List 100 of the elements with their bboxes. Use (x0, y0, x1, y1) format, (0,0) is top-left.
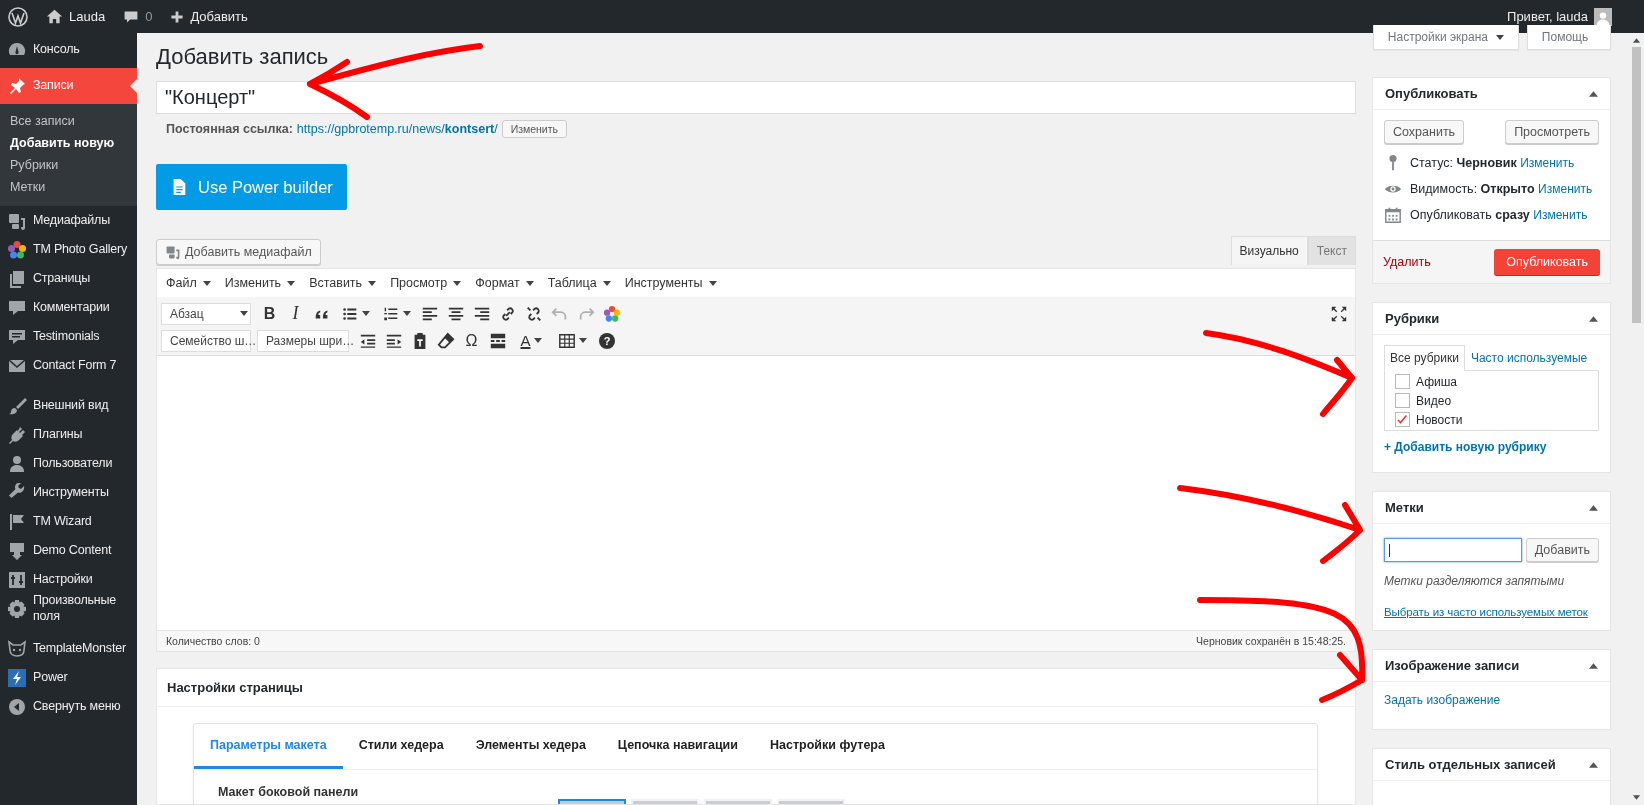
site-link[interactable]: Lauda (46, 8, 106, 25)
menu-item[interactable]: Комментарии (0, 293, 137, 322)
checkbox[interactable] (1395, 393, 1410, 408)
menu-dropdown[interactable]: Вставить (304, 274, 382, 292)
delete-link[interactable]: Удалить (1383, 255, 1431, 269)
plug-icon (7, 424, 27, 445)
menu-item[interactable]: TM Photo Gallery (0, 235, 137, 264)
box-title: Рубрики (1385, 311, 1440, 326)
greeting-link[interactable]: Привет, lauda (1507, 9, 1588, 24)
caret-icon (202, 280, 211, 286)
menu-item[interactable]: Testimonials (0, 322, 137, 351)
menu-item[interactable]: Contact Form 7 (0, 351, 137, 380)
editor-tab[interactable]: Текст (1307, 236, 1356, 265)
menu-item[interactable]: Произвольные поля (0, 594, 137, 623)
caret-icon (240, 311, 248, 316)
menu-item[interactable]: Инструменты (0, 478, 137, 507)
help-button[interactable]: ? (599, 332, 615, 349)
collapse-toggle-icon (1589, 315, 1598, 322)
category-tab[interactable]: Все рубрики (1384, 345, 1465, 371)
checkbox[interactable] (1395, 374, 1410, 389)
settings-tab[interactable]: Элементы хедера (459, 724, 602, 769)
flag-icon (7, 511, 27, 532)
preview-button[interactable]: Просмотреть (1505, 120, 1599, 144)
menu-item[interactable]: Плагины (0, 420, 137, 449)
settings-tab[interactable]: Цепочка навигации (601, 724, 754, 769)
add-media-button[interactable]: Добавить медиафайл (156, 239, 321, 265)
menu-item[interactable]: Внешний вид (0, 391, 137, 420)
menu-item[interactable]: Записи (0, 68, 137, 104)
new-link[interactable]: Добавить (170, 9, 248, 24)
checkbox[interactable] (1395, 412, 1410, 427)
box-title: Опубликовать (1385, 86, 1478, 101)
screen-tab-button[interactable]: Настройки экрана (1372, 25, 1519, 50)
eraser-icon (436, 331, 455, 350)
caret-icon (708, 280, 717, 286)
field-label: Макет боковой панели (218, 785, 359, 801)
editor-tab[interactable]: Визуально (1230, 236, 1308, 265)
caret-icon (578, 338, 587, 343)
tag-input-field[interactable] (1384, 538, 1522, 562)
edit-button[interactable]: Изменить (501, 120, 568, 138)
menu-item[interactable]: TM Wizard (0, 507, 137, 536)
add-category-link[interactable]: + Добавить новую рубрику (1384, 440, 1599, 454)
italic-button[interactable]: I (283, 301, 308, 326)
edit-link[interactable]: Изменить (1520, 156, 1575, 170)
menu-item[interactable]: Пользователи (0, 449, 137, 478)
menu-item[interactable]: Настройки (0, 565, 137, 594)
comments-link[interactable]: 0 (123, 8, 153, 25)
format-dropdown[interactable]: Абзац (161, 302, 251, 325)
submenu-item[interactable]: Метки (0, 176, 137, 198)
settings-tab[interactable]: Настройки футера (754, 724, 901, 769)
publish-button[interactable]: Опубликовать (1494, 249, 1600, 275)
menu-item[interactable]: Страницы (0, 264, 137, 293)
menu-item[interactable]: Свернуть меню (0, 692, 137, 721)
caret-icon (361, 311, 370, 316)
settings-tab[interactable]: Параметры макета (194, 724, 343, 769)
flower-icon (7, 239, 27, 260)
settings-icon (7, 598, 27, 619)
pages-icon (7, 268, 27, 289)
menu-item[interactable]: TemplateMonster (0, 634, 137, 663)
menu-dropdown[interactable]: Таблица (542, 274, 616, 292)
permalink-link[interactable]: https://gpbrotemp.ru/news/kontsert/ (296, 122, 498, 136)
status-text: Статус: Черновик Изменить (1410, 156, 1575, 170)
collapse-toggle-icon (1589, 504, 1598, 511)
caret-icon (453, 280, 462, 286)
category-label: Новости (1416, 412, 1463, 427)
menu-dropdown[interactable]: Инструменты (619, 274, 722, 292)
word-count: Количество слов: 0 (166, 635, 260, 647)
bold-button[interactable]: B (257, 301, 282, 326)
settings-tab[interactable]: Стили хедера (342, 724, 460, 769)
text-color-button[interactable]: A (511, 328, 551, 353)
submenu-item[interactable]: Рубрики (0, 154, 137, 176)
set-image-link[interactable]: Задать изображение (1384, 693, 1501, 707)
scrollbar-thumb[interactable] (1631, 47, 1641, 323)
choose-tags-link[interactable]: Выбрать из часто используемых меток (1384, 606, 1599, 618)
page-title: Добавить запись (156, 43, 330, 71)
menu-item[interactable]: Консоль (0, 35, 137, 64)
home-icon (46, 8, 63, 25)
menu-dropdown[interactable]: Изменить (219, 274, 301, 292)
special-character-button[interactable]: Ω (459, 328, 484, 353)
edit-link[interactable]: Изменить (1538, 182, 1593, 196)
category-tab[interactable]: Часто используемые (1464, 345, 1594, 371)
submenu-item[interactable]: Все записи (0, 110, 137, 132)
download-icon (7, 540, 27, 561)
title-field[interactable]: "Концерт" (156, 81, 1356, 114)
panel-title: Настройки страницы (157, 669, 1355, 707)
menu-dropdown[interactable]: Формат (470, 274, 539, 292)
menu-item[interactable]: Power (0, 663, 137, 692)
save-button[interactable]: Сохранить (1384, 120, 1465, 144)
fullscreen-icon (1329, 304, 1348, 323)
menu-dropdown[interactable]: Просмотр (385, 274, 467, 292)
edit-link[interactable]: Изменить (1533, 208, 1588, 222)
caret-icon (525, 280, 534, 286)
status-text: Видимость: Открыто Изменить (1410, 182, 1593, 196)
menu-dropdown[interactable]: Файл (161, 274, 216, 292)
scroll-up-icon (1631, 37, 1641, 43)
collapse-toggle-icon (1589, 90, 1598, 97)
permalink-label: Постоянная ссылка: (166, 122, 293, 136)
add-tag-button[interactable]: Добавить (1525, 538, 1599, 562)
menu-item[interactable]: Demo Content (0, 536, 137, 565)
menu-item[interactable]: Медиафайлы (0, 206, 137, 235)
submenu-item[interactable]: Добавить новую (0, 132, 137, 154)
